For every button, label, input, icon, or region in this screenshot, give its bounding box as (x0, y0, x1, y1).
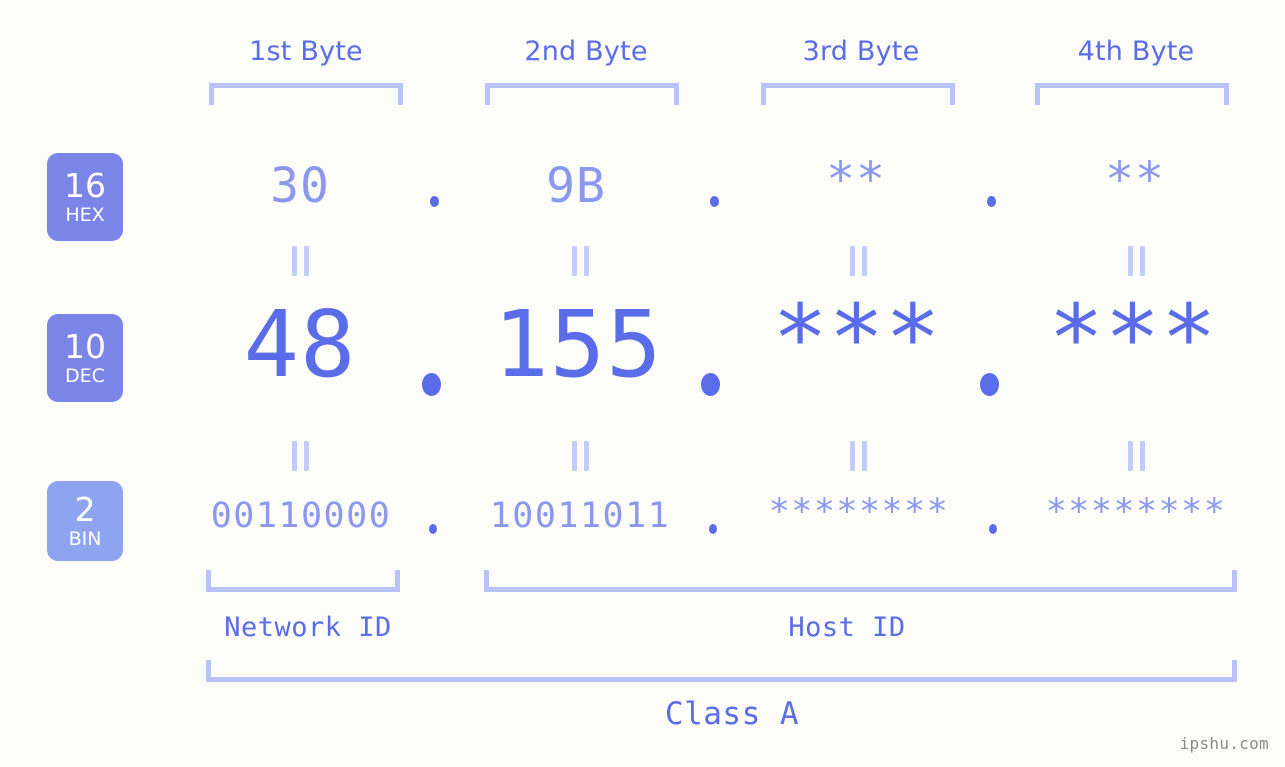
class-label: Class A (664, 696, 800, 732)
hex-byte-2-value: 9B (546, 158, 606, 214)
byte-header-1: 1st Byte (249, 36, 363, 67)
bin-byte-3-value: ******** (768, 492, 950, 532)
byte-bracket-3 (761, 83, 955, 105)
hex-byte-3-value: ** (826, 152, 886, 208)
dec-dot-3 (980, 373, 999, 396)
dec-dot-1 (422, 373, 441, 396)
host-id-bracket (484, 570, 1237, 592)
hex-dot-3 (987, 196, 996, 207)
radix-badge-dec-number: 10 (64, 327, 106, 366)
equality-connector-hex-dec-3 (850, 246, 867, 276)
equality-connector-dec-bin-1 (292, 441, 309, 471)
bin-dot-2 (709, 524, 717, 534)
radix-badge-hex: 16 HEX (47, 153, 123, 241)
byte-header-2: 2nd Byte (524, 36, 648, 67)
equality-connector-dec-bin-3 (850, 441, 867, 471)
radix-badge-bin-abbr: BIN (68, 528, 102, 550)
ip-address-breakdown-diagram: 1st Byte 2nd Byte 3rd Byte 4th Byte 16 H… (0, 0, 1285, 767)
equality-connector-hex-dec-2 (572, 246, 589, 276)
radix-badge-dec: 10 DEC (47, 314, 123, 402)
bin-byte-1-value: 00110000 (210, 496, 392, 536)
equality-connector-dec-bin-2 (572, 441, 589, 471)
hex-byte-4-value: ** (1105, 152, 1165, 208)
equality-connector-hex-dec-4 (1128, 246, 1145, 276)
byte-bracket-2 (485, 83, 679, 105)
radix-badge-bin-number: 2 (74, 490, 96, 529)
byte-header-3: 3rd Byte (802, 36, 920, 67)
equality-connector-hex-dec-1 (292, 246, 309, 276)
bin-dot-3 (989, 524, 997, 534)
bin-byte-4-value: ******** (1045, 492, 1227, 532)
dec-dot-2 (701, 373, 720, 396)
byte-header-4: 4th Byte (1077, 36, 1195, 67)
host-id-label: Host ID (788, 612, 906, 643)
hex-byte-1-value: 30 (270, 158, 330, 214)
byte-bracket-4 (1035, 83, 1229, 105)
site-watermark: ipshu.com (1179, 734, 1269, 753)
dec-byte-4-value: *** (1048, 285, 1218, 392)
class-bracket (206, 660, 1237, 682)
hex-dot-1 (430, 196, 439, 207)
radix-badge-hex-abbr: HEX (65, 204, 105, 226)
network-id-label: Network ID (224, 612, 392, 643)
radix-badge-bin: 2 BIN (47, 481, 123, 561)
equality-connector-dec-bin-4 (1128, 441, 1145, 471)
byte-bracket-1 (209, 83, 403, 105)
network-id-bracket (206, 570, 400, 592)
dec-byte-1-value: 48 (243, 291, 357, 398)
dec-byte-3-value: *** (772, 285, 942, 392)
dec-byte-2-value: 155 (493, 291, 663, 398)
radix-badge-dec-abbr: DEC (65, 365, 105, 387)
bin-byte-2-value: 10011011 (489, 496, 671, 536)
bin-dot-1 (429, 524, 437, 534)
radix-badge-hex-number: 16 (64, 166, 106, 205)
hex-dot-2 (710, 196, 719, 207)
